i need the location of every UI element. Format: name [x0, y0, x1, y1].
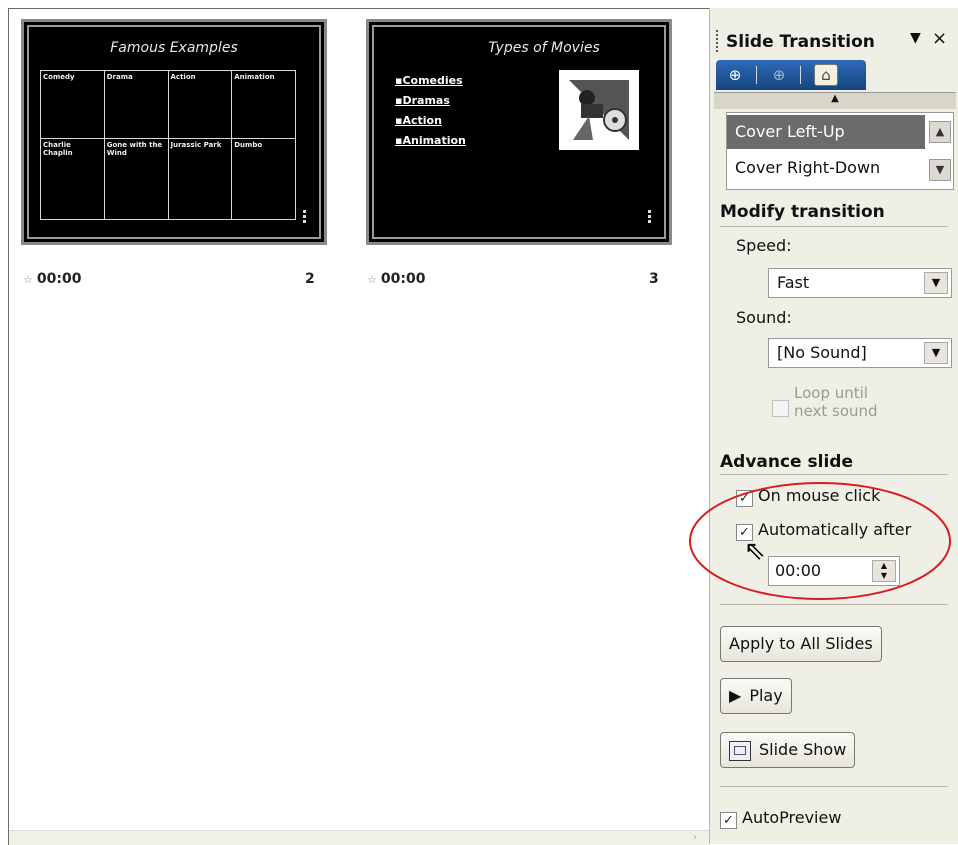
list-scroll-down-icon[interactable]: ▼ [929, 159, 951, 181]
slide-canvas: Types of Movies Comedies Dramas Action A… [379, 32, 659, 232]
mouse-pointer-icon: ⇖ [744, 536, 766, 566]
slide-table: Comedy Drama Action Animation Charlie Ch… [40, 70, 296, 221]
slide-thumbnail-2[interactable]: Famous Examples Comedy Drama Action Anim… [21, 19, 327, 245]
slide-bullet-list: Comedies Dramas Action Animation [395, 74, 466, 154]
slide-show-icon [729, 740, 751, 761]
on-mouse-click-label: On mouse click [758, 486, 881, 505]
slide-transition-task-pane: Slide Transition ▼ × ⊕ ⊕ ⌂ ▲ Cover Left-… [689, 8, 958, 844]
slide-time: 00:00 [36, 271, 82, 287]
slide-page-marker [648, 210, 651, 224]
speed-select[interactable]: Fast ▼ [768, 268, 952, 298]
slide-title: Famous Examples [110, 40, 238, 56]
transition-list: Cover Left-Up Cover Right-Down ▲ ▼ [726, 112, 954, 190]
scroll-right-icon[interactable]: › [693, 832, 707, 844]
sound-label: Sound: [736, 308, 792, 327]
section-divider [720, 604, 948, 605]
auto-advance-time-spinner[interactable]: 00:00 ▲ ▼ [768, 556, 900, 586]
autopreview-label: AutoPreview [742, 808, 842, 827]
list-item: Action [395, 114, 466, 127]
loop-label-line1: Loop until [794, 384, 868, 402]
horizontal-scrollbar[interactable]: › [9, 830, 709, 845]
movie-camera-clipart-icon [559, 70, 639, 150]
loop-label-line2: next sound [794, 402, 878, 420]
animation-star-icon: ☆ [23, 273, 33, 286]
close-icon[interactable]: × [932, 28, 947, 49]
play-button[interactable]: ▶ Play [720, 678, 792, 714]
slide-timing-2: ☆ 00:00 [23, 271, 81, 287]
sound-select[interactable]: [No Sound] ▼ [768, 338, 952, 368]
speed-label: Speed: [736, 236, 792, 255]
slide-show-button[interactable]: Slide Show [720, 732, 856, 768]
play-label: Play [749, 686, 783, 705]
table-cell: Dumbo [231, 137, 296, 221]
triangle-down-icon[interactable]: ▼ [910, 30, 921, 46]
list-item: Dramas [395, 94, 466, 107]
advance-slide-heading: Advance slide [720, 452, 853, 472]
nav-separator [756, 66, 757, 84]
chevron-down-icon[interactable]: ▼ [924, 272, 948, 294]
apply-to-all-slides-button[interactable]: Apply to All Slides [720, 626, 882, 662]
back-arrow-icon[interactable]: ⊕ [722, 64, 748, 86]
modify-transition-heading: Modify transition [720, 202, 885, 222]
table-cell: Action [167, 70, 233, 139]
slide-show-label: Slide Show [759, 740, 847, 759]
section-divider [720, 226, 948, 227]
pane-grip-icon[interactable] [716, 30, 718, 52]
slide-title: Types of Movies [488, 40, 600, 56]
table-cell: Drama [103, 70, 169, 139]
list-scroll-up-icon[interactable]: ▲ [929, 121, 951, 143]
autopreview-checkbox[interactable]: ✓ [720, 812, 737, 829]
slide-page-marker [303, 210, 306, 224]
section-divider [720, 474, 948, 475]
slide-sorter-view: Famous Examples Comedy Drama Action Anim… [8, 8, 709, 845]
scroll-up-icon[interactable]: ▲ [714, 92, 956, 109]
slide-time: 00:00 [380, 271, 426, 287]
play-icon: ▶ [729, 686, 742, 705]
slide-thumbnail-3[interactable]: Types of Movies Comedies Dramas Action A… [366, 19, 672, 245]
table-cell: Comedy [40, 70, 105, 139]
list-item: Animation [395, 134, 465, 147]
auto-advance-time-value: 00:00 [775, 561, 822, 580]
table-cell: Gone with the Wind [103, 137, 169, 221]
slide-canvas: Famous Examples Comedy Drama Action Anim… [34, 32, 314, 232]
spinner-arrows-icon[interactable]: ▲ ▼ [872, 560, 896, 582]
list-item: Comedies [395, 74, 466, 87]
loop-until-next-sound-checkbox[interactable] [772, 400, 789, 417]
section-divider [720, 786, 948, 787]
table-cell: Animation [231, 70, 296, 139]
speed-value: Fast [777, 273, 810, 292]
animation-star-icon: ☆ [367, 273, 377, 286]
pane-title: Slide Transition [726, 32, 875, 52]
transition-item-cover-right-down[interactable]: Cover Right-Down [727, 151, 925, 185]
chevron-down-icon[interactable]: ▼ [924, 342, 948, 364]
automatically-after-label: Automatically after [758, 520, 912, 539]
transition-item-cover-left-up[interactable]: Cover Left-Up [727, 115, 925, 149]
table-cell: Charlie Chaplin [40, 137, 105, 221]
table-cell: Jurassic Park [167, 137, 233, 221]
slide-number-3: 3 [649, 271, 659, 287]
forward-arrow-icon[interactable]: ⊕ [766, 64, 792, 86]
home-icon[interactable]: ⌂ [814, 64, 838, 86]
nav-separator [800, 66, 801, 84]
slide-timing-3: ☆ 00:00 [367, 271, 425, 287]
slide-number-2: 2 [305, 271, 315, 287]
on-mouse-click-checkbox[interactable]: ✓ [736, 490, 753, 507]
sound-value: [No Sound] [777, 343, 867, 362]
loop-until-next-sound-label: Loop until next sound [794, 384, 878, 420]
task-pane-nav-bar: ⊕ ⊕ ⌂ [716, 60, 866, 90]
